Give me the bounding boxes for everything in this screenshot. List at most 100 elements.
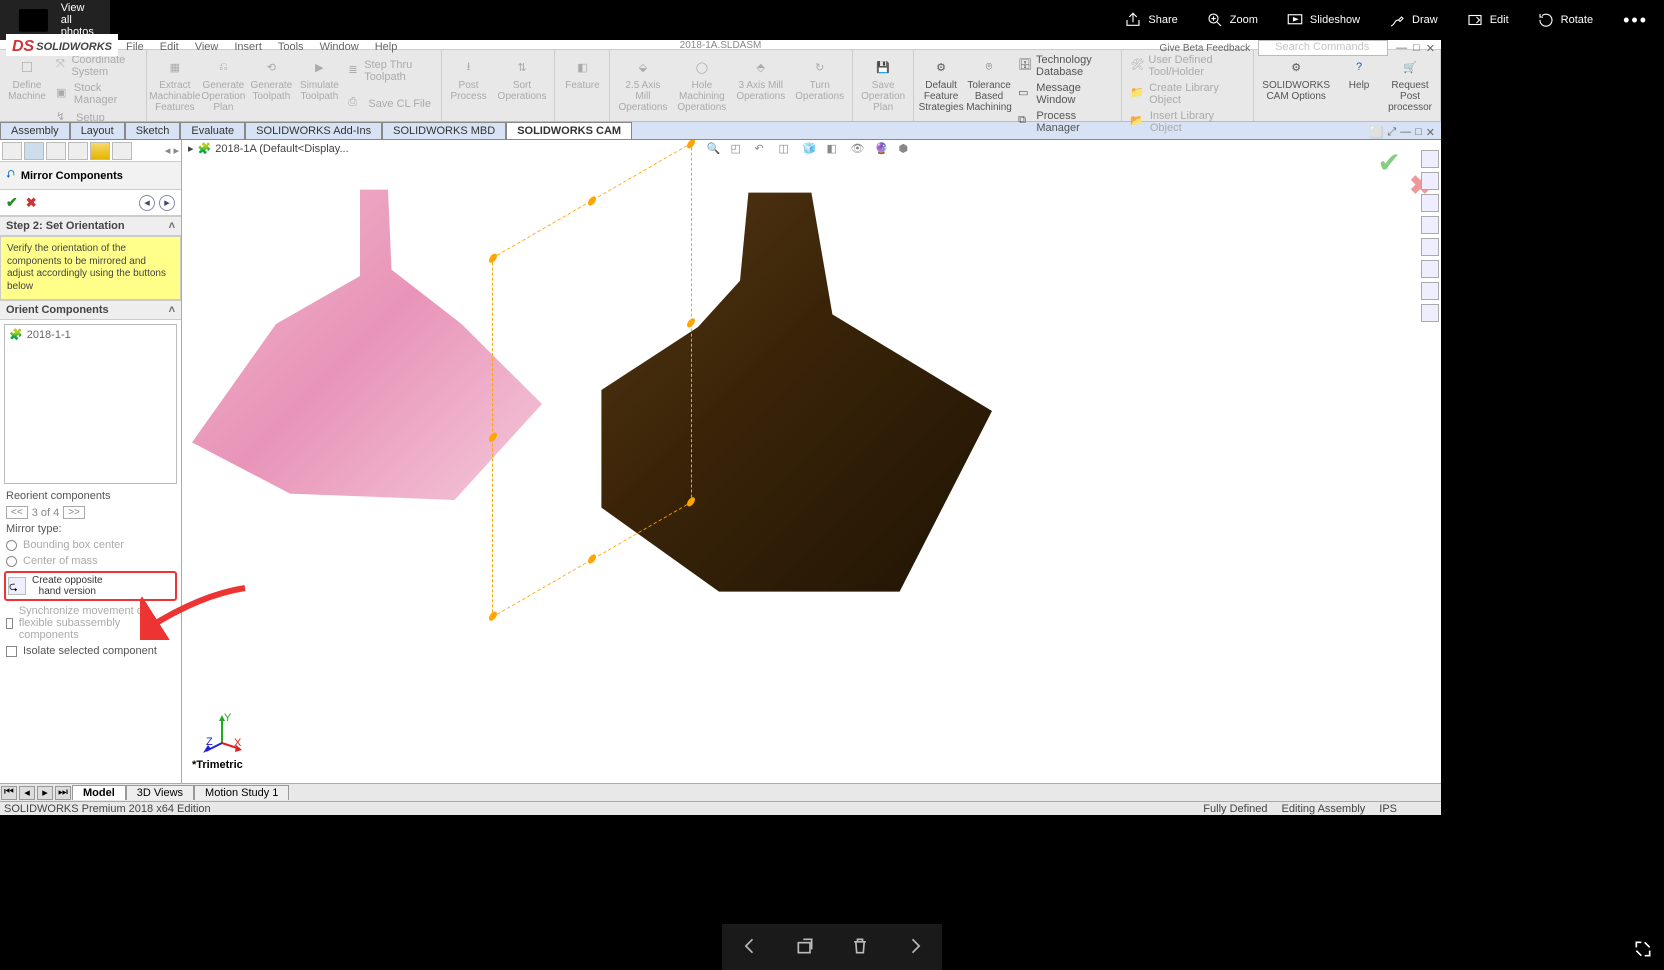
axis3-button[interactable]: ⬘3 Axis Mill Operations [732, 52, 789, 119]
fm-tab-3[interactable] [46, 142, 66, 160]
tab-mbd[interactable]: SOLIDWORKS MBD [382, 122, 506, 139]
process-manager-button[interactable]: ⧉Process Manager [1014, 108, 1117, 136]
pager-prev[interactable]: << [6, 506, 28, 519]
prev-photo-button[interactable] [740, 936, 760, 959]
isolate-checkbox[interactable]: Isolate selected component [0, 643, 181, 659]
taskpane-forum-icon[interactable] [1421, 304, 1439, 322]
taskpane-resources-icon[interactable] [1421, 172, 1439, 190]
message-window-button[interactable]: ▭Message Window [1014, 80, 1117, 108]
fm-tab-6[interactable] [112, 142, 132, 160]
scroll-last[interactable]: ⏭ [55, 786, 71, 800]
insert-library-button[interactable]: 📂Insert Library Object [1126, 108, 1249, 136]
pager-next[interactable]: >> [63, 506, 85, 519]
more-button[interactable]: ••• [1607, 10, 1664, 31]
default-strategies-button[interactable]: ⚙Default Feature Strategies [918, 52, 964, 119]
next-photo-button[interactable] [905, 936, 925, 959]
cam-options-button[interactable]: ⚙SOLIDWORKS CAM Options [1258, 52, 1334, 119]
menu-edit[interactable]: Edit [154, 41, 185, 53]
fm-tab-1[interactable] [2, 142, 22, 160]
tab-assembly[interactable]: Assembly [0, 122, 70, 139]
fm-tab-icons[interactable]: ◂ ▸ [0, 140, 181, 162]
step-back-button[interactable]: ◂ [139, 195, 155, 211]
coordinate-system-button[interactable]: ⤧Coordinate System [52, 52, 142, 80]
tab-cam[interactable]: SOLIDWORKS CAM [506, 122, 632, 139]
menu-view[interactable]: View [189, 41, 225, 53]
fm-tab-5[interactable] [90, 142, 110, 160]
menu-file[interactable]: File [120, 41, 150, 53]
btab-3dviews[interactable]: 3D Views [126, 785, 194, 800]
tolerance-machining-button[interactable]: ⌾Tolerance Based Machining [966, 52, 1012, 119]
view-orient-icon[interactable]: 🧊 [803, 142, 821, 160]
define-machine-button[interactable]: Define Machine [4, 52, 50, 119]
simulate-toolpath-button[interactable]: ▶Simulate Toolpath [296, 52, 342, 119]
taskpane-view-icon[interactable] [1421, 238, 1439, 256]
list-item[interactable]: 🧩 2018-1-1 [7, 327, 174, 342]
taskpane-explorer-icon[interactable] [1421, 216, 1439, 234]
heads-up-toolbar[interactable]: 🔍 ◰ ↶ ◫ 🧊 ◧ 👁 🔮 ⬢ [705, 140, 919, 162]
draw-button[interactable]: Draw [1374, 0, 1452, 40]
ok-button[interactable]: ✔ [6, 194, 18, 211]
tab-addins[interactable]: SOLIDWORKS Add-Ins [245, 122, 382, 139]
taskpane-custom-icon[interactable] [1421, 282, 1439, 300]
edit-button[interactable]: Edit [1452, 0, 1523, 40]
user-tool-holder-button[interactable]: 🛠User Defined Tool/Holder [1126, 52, 1249, 80]
zoom-button[interactable]: Zoom [1192, 0, 1272, 40]
display-style-icon[interactable]: ◧ [827, 142, 845, 160]
tab-layout[interactable]: Layout [70, 122, 125, 139]
zoom-area-icon[interactable]: ◰ [731, 142, 749, 160]
task-pane-tabs[interactable] [1421, 150, 1441, 322]
create-library-button[interactable]: 📁Create Library Object [1126, 80, 1249, 108]
feature-button[interactable]: ◧Feature [559, 52, 605, 119]
window-controls[interactable]: —□✕ [1396, 42, 1435, 55]
breadcrumb[interactable]: ▸ 🧩 2018-1A (Default<Display... [188, 142, 349, 155]
taskpane-appearance-icon[interactable] [1421, 260, 1439, 278]
beta-feedback-link[interactable]: Give Beta Feedback [1160, 43, 1251, 54]
tech-db-button[interactable]: 🗄Technology Database [1014, 52, 1117, 80]
delete-button[interactable] [850, 936, 870, 959]
reorient-pager[interactable]: << 3 of 4 >> [0, 504, 181, 521]
tab-window-controls[interactable]: ⬜⤢—□✕ [1370, 126, 1441, 139]
scene-icon[interactable]: ⬢ [899, 142, 917, 160]
status-units[interactable]: IPS [1379, 803, 1397, 815]
menu-bar[interactable]: File Edit View Insert Tools Window Help [120, 41, 403, 53]
step-thru-button[interactable]: ≣Step Thru Toolpath [344, 57, 436, 85]
hole-ops-button[interactable]: ◯Hole Machining Operations [673, 52, 730, 119]
fm-tab-2[interactable] [24, 142, 44, 160]
btab-motion[interactable]: Motion Study 1 [194, 785, 289, 800]
fm-nav-arrows[interactable]: ◂ ▸ [165, 144, 179, 157]
tab-sketch[interactable]: Sketch [125, 122, 181, 139]
taskpane-library-icon[interactable] [1421, 194, 1439, 212]
hide-show-icon[interactable]: 👁 [851, 142, 869, 160]
menu-tools[interactable]: Tools [272, 41, 310, 53]
save-cl-button[interactable]: ⎙Save CL File [344, 94, 436, 114]
save-op-plan-button[interactable]: 💾Save Operation Plan [857, 52, 909, 119]
rotate-button[interactable]: Rotate [1523, 0, 1607, 40]
scroll-prev[interactable]: ◂ [19, 786, 35, 800]
post-process-button[interactable]: ⭳Post Process [446, 52, 492, 119]
generate-toolpath-button[interactable]: ⟲Generate Toolpath [248, 52, 294, 119]
sort-ops-button[interactable]: ⇅Sort Operations [494, 52, 551, 119]
menu-help[interactable]: Help [369, 41, 404, 53]
radio-com[interactable]: Center of mass [0, 553, 181, 569]
section-icon[interactable]: ◫ [779, 142, 797, 160]
axis25-button[interactable]: ⬙2.5 Axis Mill Operations [614, 52, 671, 119]
tab-evaluate[interactable]: Evaluate [180, 122, 245, 139]
btab-model[interactable]: Model [72, 785, 126, 800]
request-post-button[interactable]: 🛒Request Post processor [1384, 52, 1436, 119]
scroll-first[interactable]: ⏮ [1, 786, 17, 800]
graphics-viewport[interactable]: ▸ 🧩 2018-1A (Default<Display... 🔍 ◰ ↶ ◫ … [182, 140, 1441, 783]
menu-window[interactable]: Window [314, 41, 365, 53]
confirm-corner-ok[interactable]: ✔ [1378, 146, 1401, 179]
radio-bbox[interactable]: Bounding box center [0, 537, 181, 553]
stock-manager-button[interactable]: ▣Stock Manager [52, 80, 142, 108]
step-forward-button[interactable]: ▸ [159, 195, 175, 211]
slideshow-button[interactable]: Slideshow [1272, 0, 1374, 40]
zoom-fit-icon[interactable]: 🔍 [707, 142, 725, 160]
orientation-triad[interactable]: YXZ [202, 713, 242, 753]
search-commands-input[interactable]: Search Commands [1258, 40, 1388, 56]
share-button[interactable]: Share [1110, 0, 1191, 40]
prev-view-icon[interactable]: ↶ [755, 142, 773, 160]
fullscreen-button[interactable] [1628, 934, 1658, 964]
cancel-button[interactable]: ✖ [26, 195, 37, 211]
scroll-next[interactable]: ▸ [37, 786, 53, 800]
